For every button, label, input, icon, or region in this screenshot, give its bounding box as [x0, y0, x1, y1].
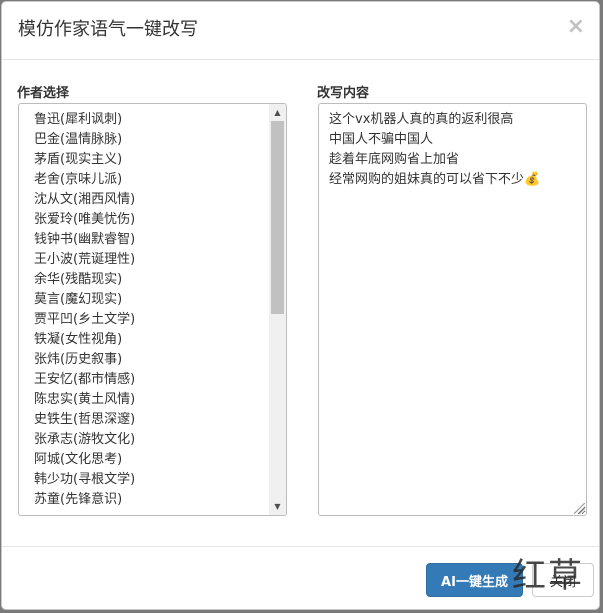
author-option[interactable]: 钱钟书(幽默睿智): [19, 230, 269, 250]
author-option[interactable]: 阿城(文化思考): [19, 450, 269, 470]
rewrite-content-textarea[interactable]: 这个vx机器人真的真的返利很高 中国人不骗中国人 趁着年底网购省上加省 经常网购…: [318, 103, 587, 516]
modal-footer: AI一键生成 关闭: [2, 546, 599, 609]
scroll-thumb[interactable]: [271, 121, 284, 314]
textarea-resize-grip-icon[interactable]: [574, 503, 585, 514]
rewrite-modal: 模仿作家语气一键改写 × 作者选择 改写内容 鲁迅(犀利讽刺) 巴金(温情脉脉) 茅…: [1, 1, 600, 610]
author-option[interactable]: 巴金(温情脉脉): [19, 130, 269, 150]
author-select-label: 作者选择: [17, 86, 70, 101]
author-option[interactable]: 沈从文(湘西风情): [19, 190, 269, 210]
author-option[interactable]: 王安忆(都市情感): [19, 370, 269, 390]
author-option[interactable]: 张爱玲(唯美忧伤): [19, 210, 269, 230]
author-option[interactable]: 韩少功(寻根文学): [19, 470, 269, 490]
rewrite-content-label: 改写内容: [317, 86, 370, 101]
author-option[interactable]: 铁凝(女性视角): [19, 330, 269, 350]
author-option[interactable]: 莫言(魔幻现实): [19, 290, 269, 310]
author-option[interactable]: 苏童(先锋意识): [19, 490, 269, 510]
author-options: 鲁迅(犀利讽刺) 巴金(温情脉脉) 茅盾(现实主义) 老舍(京味儿派) 沈从文(湘西风情…: [19, 110, 269, 510]
close-icon[interactable]: ×: [567, 16, 585, 38]
close-button[interactable]: 关闭: [532, 563, 594, 597]
author-option[interactable]: 茅盾(现实主义): [19, 150, 269, 170]
author-option[interactable]: 王小波(荒诞理性): [19, 250, 269, 270]
author-option[interactable]: 史铁生(哲思深邃): [19, 410, 269, 430]
author-list-scrollbar[interactable]: ▲ ▼: [269, 104, 286, 515]
author-option[interactable]: 张承志(游牧文化): [19, 430, 269, 450]
scroll-down-arrow-icon[interactable]: ▼: [269, 498, 286, 515]
author-option[interactable]: 张炜(历史叙事): [19, 350, 269, 370]
author-option[interactable]: 陈忠实(黄土风情): [19, 390, 269, 410]
ai-generate-button[interactable]: AI一键生成: [426, 563, 523, 597]
author-option[interactable]: 老舍(京味儿派): [19, 170, 269, 190]
author-option[interactable]: 余华(残酷现实): [19, 270, 269, 290]
author-option[interactable]: 贾平凹(乡土文学): [19, 310, 269, 330]
modal-header: 模仿作家语气一键改写 ×: [2, 2, 599, 60]
author-select-list[interactable]: 鲁迅(犀利讽刺) 巴金(温情脉脉) 茅盾(现实主义) 老舍(京味儿派) 沈从文(湘西风情…: [18, 103, 287, 516]
scroll-up-arrow-icon[interactable]: ▲: [269, 104, 286, 121]
modal-title: 模仿作家语气一键改写: [18, 19, 198, 40]
author-option[interactable]: 鲁迅(犀利讽刺): [19, 110, 269, 130]
